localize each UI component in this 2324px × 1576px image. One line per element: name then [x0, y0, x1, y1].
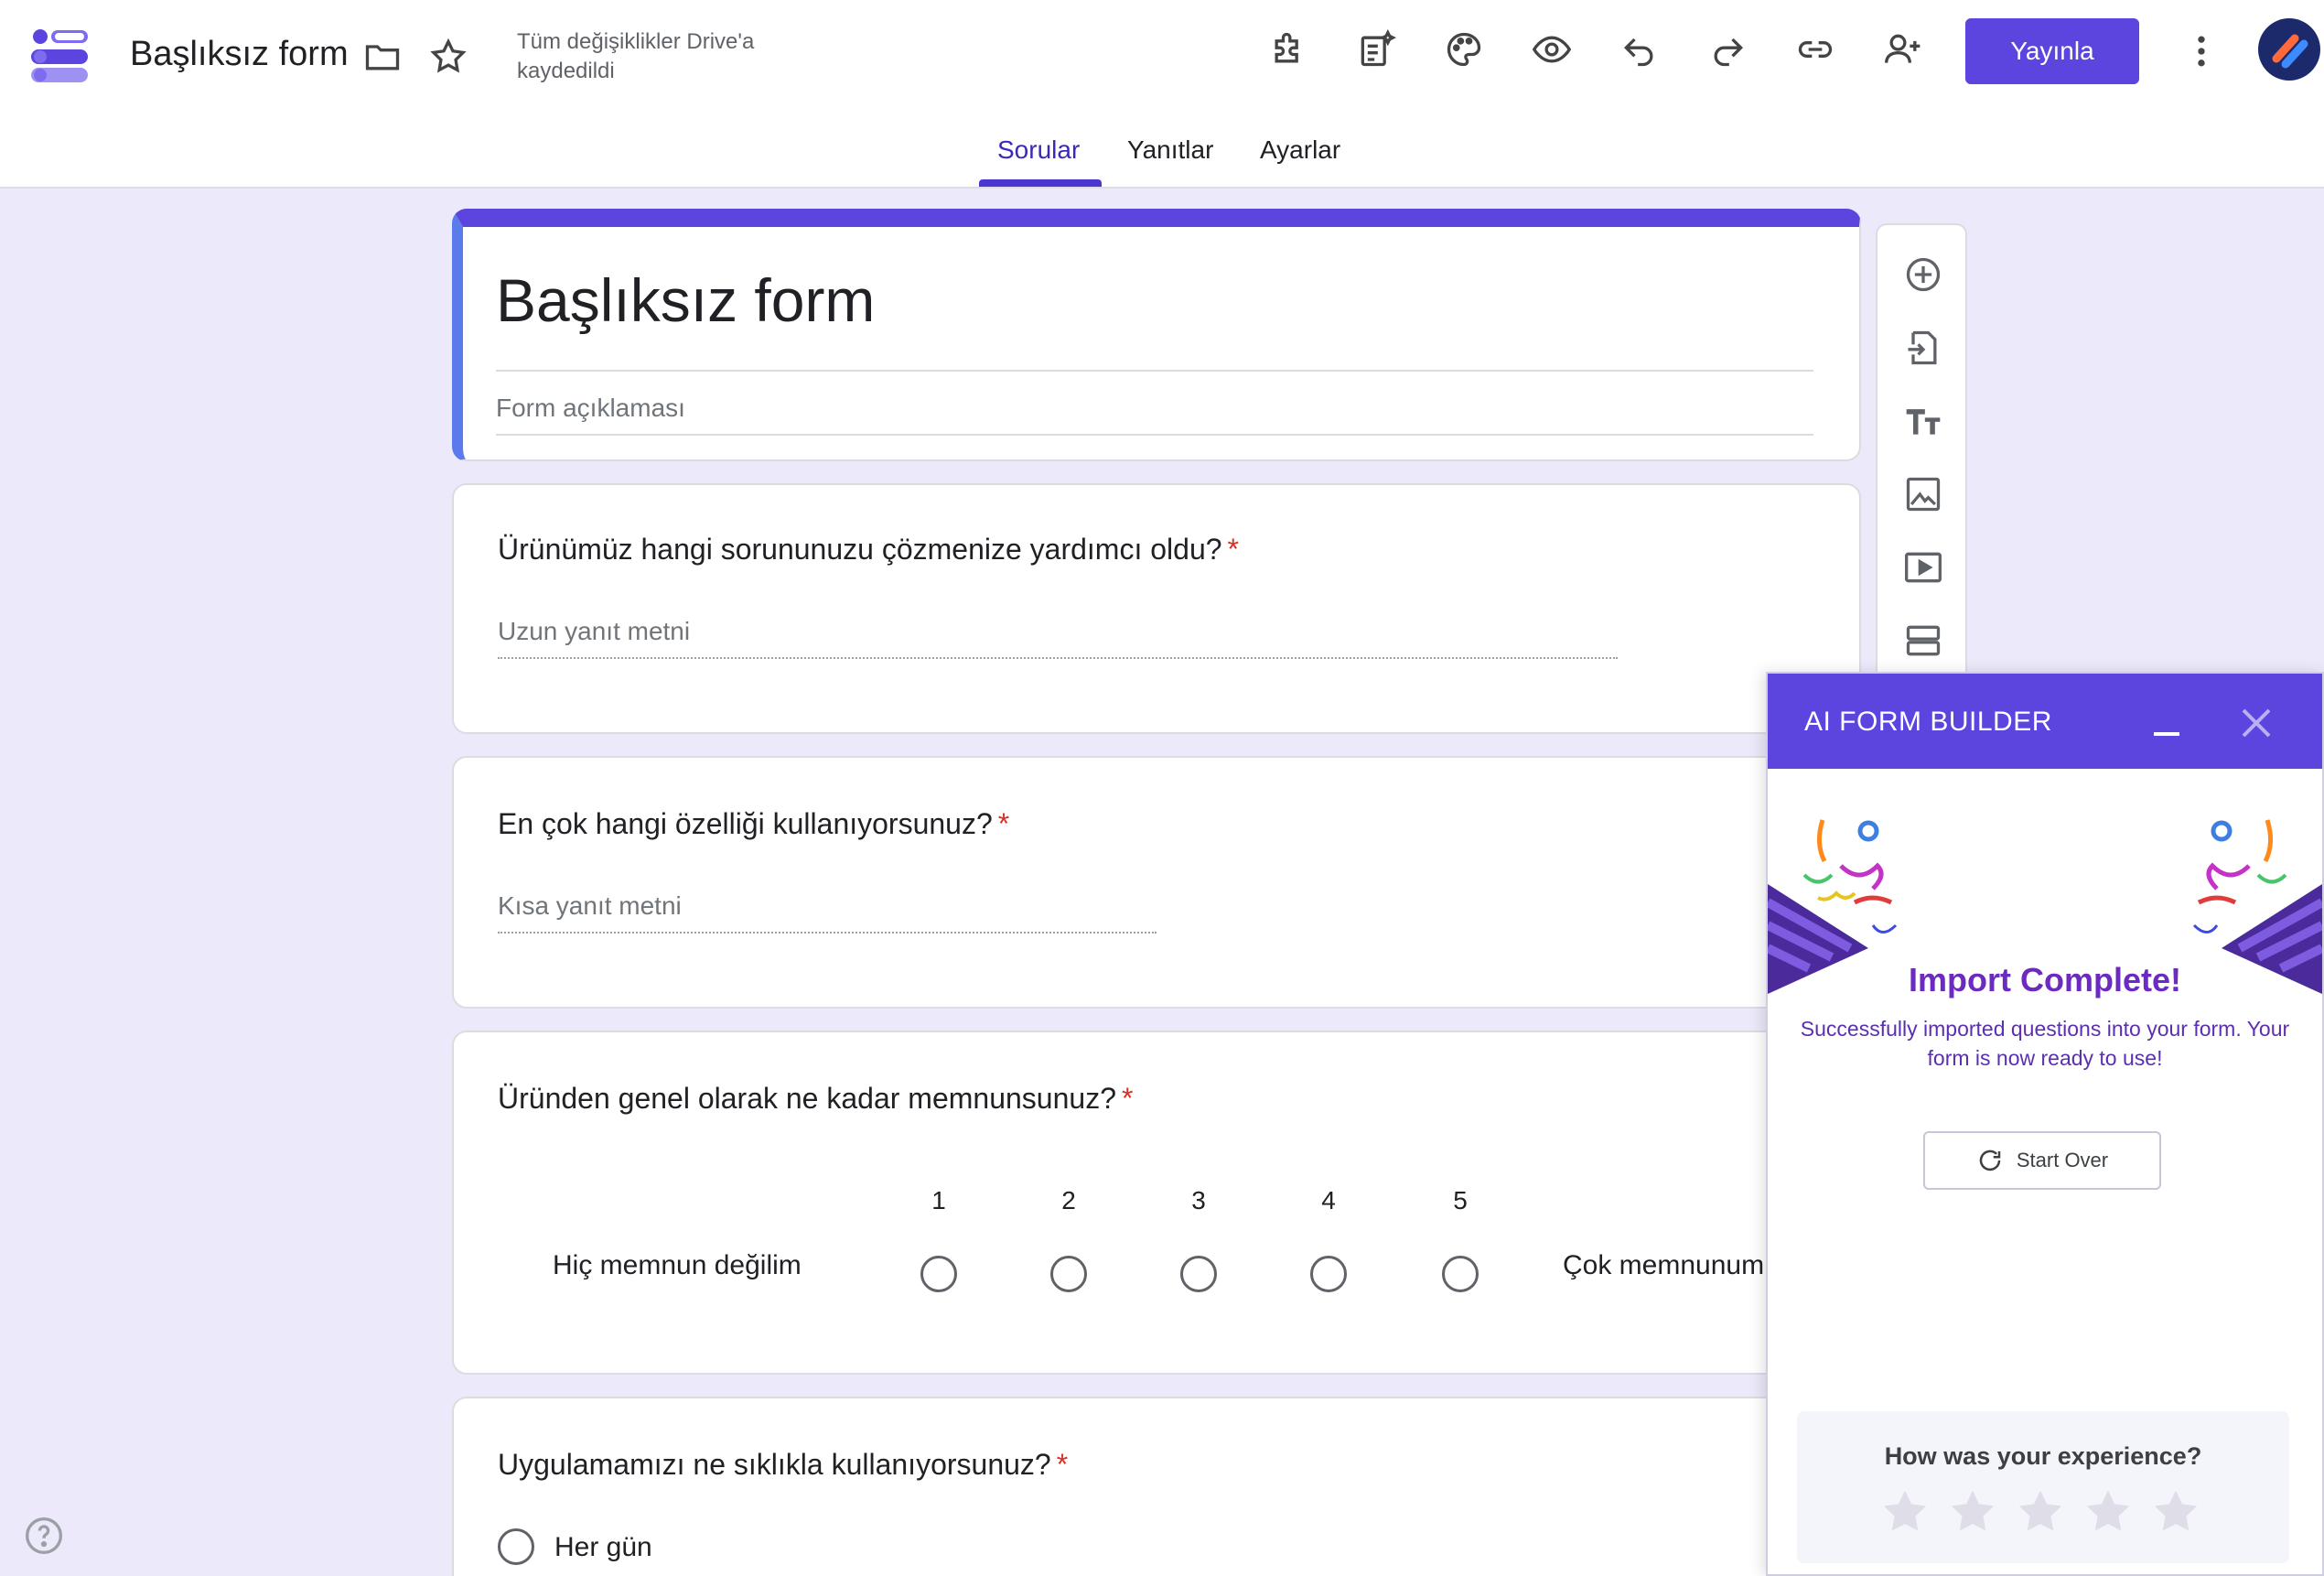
form-description-field[interactable]: Form açıklaması — [496, 394, 685, 423]
required-marker: * — [1056, 1448, 1069, 1481]
short-answer-placeholder: Kısa yanıt metni — [498, 891, 682, 920]
ai-form-builder-panel: AI FORM BUILDER Import Complete! Success… — [1766, 672, 2324, 1576]
add-question-icon[interactable] — [1894, 245, 1953, 304]
tab-questions[interactable]: Sorular — [997, 135, 1080, 165]
feedback-question: How was your experience? — [1884, 1442, 2202, 1470]
answer-line — [498, 657, 1618, 659]
scale-radio-5[interactable] — [1442, 1256, 1479, 1292]
scale-radio-4[interactable] — [1310, 1256, 1347, 1292]
scale-number: 1 — [931, 1186, 946, 1214]
scale-number: 5 — [1453, 1186, 1468, 1214]
feedback-box: How was your experience? — [1797, 1411, 2289, 1563]
help-icon[interactable] — [24, 1516, 64, 1556]
star-icon[interactable] — [419, 27, 478, 86]
undo-icon[interactable] — [1610, 20, 1669, 79]
more-icon[interactable] — [2172, 22, 2231, 81]
minimize-icon[interactable] — [2146, 707, 2190, 743]
forms-logo[interactable] — [29, 26, 91, 84]
divider — [496, 370, 1813, 372]
panel-header: AI FORM BUILDER — [1768, 674, 2322, 769]
add-video-icon[interactable] — [1894, 538, 1953, 597]
question-title: Uygulamamızı ne sıklıkla kullanıyorsunuz… — [498, 1448, 1069, 1481]
question-title: Üründen genel olarak ne kadar memnunsunu… — [498, 1082, 1134, 1115]
scale-low-label: Hiç memnun değilim — [553, 1250, 802, 1280]
scale-radio-3[interactable] — [1180, 1256, 1217, 1292]
tab-responses[interactable]: Yanıtlar — [1127, 135, 1213, 165]
tab-settings[interactable]: Ayarlar — [1260, 135, 1340, 165]
addon-icon[interactable] — [1259, 20, 1318, 79]
scale-number: 4 — [1321, 1186, 1336, 1214]
divider — [496, 434, 1813, 436]
required-marker: * — [997, 807, 1010, 840]
scale-radio-1[interactable] — [920, 1256, 957, 1292]
scale-radio-2[interactable] — [1050, 1256, 1087, 1292]
add-image-icon[interactable] — [1894, 465, 1953, 524]
document-title[interactable]: Başlıksız form — [130, 35, 349, 74]
preview-icon[interactable] — [1522, 20, 1581, 79]
question-title: En çok hangi özelliği kullanıyorsunuz? * — [498, 807, 1010, 840]
question-card[interactable]: Ürünümüz hangi sorununuzu çözmenize yard… — [452, 483, 1861, 734]
question-title: Ürünümüz hangi sorununuzu çözmenize yard… — [498, 533, 1239, 566]
start-over-label: Start Over — [2016, 1149, 2109, 1171]
save-status: Tüm değişiklikler Drive'a kaydedildi — [517, 29, 755, 83]
rating-star-4[interactable] — [2082, 1486, 2134, 1538]
option-label: Her gün — [554, 1532, 652, 1562]
required-marker: * — [1227, 533, 1239, 566]
question-toolbar — [1876, 223, 1967, 699]
rating-star-3[interactable] — [2015, 1486, 2066, 1538]
answer-line — [498, 932, 1157, 934]
form-header-card[interactable]: Başlıksız form Form açıklaması — [452, 209, 1861, 461]
add-section-icon[interactable] — [1894, 611, 1953, 670]
rating-star-1[interactable] — [1879, 1486, 1931, 1538]
rating-star-5[interactable] — [2150, 1486, 2201, 1538]
scale-number: 2 — [1061, 1186, 1076, 1214]
rating-star-2[interactable] — [1947, 1486, 1998, 1538]
start-over-button[interactable]: Start Over — [1923, 1131, 2161, 1190]
palette-icon[interactable] — [1435, 20, 1493, 79]
import-status-title: Import Complete! — [1908, 961, 2181, 998]
top-bar: Başlıksız form Tüm değişiklikler Drive'a… — [0, 0, 2324, 189]
add-collaborator-icon[interactable] — [1874, 20, 1932, 79]
publish-button[interactable]: Yayınla — [1965, 18, 2139, 84]
question-card[interactable]: Üründen genel olarak ne kadar memnunsunu… — [452, 1031, 1861, 1375]
close-icon[interactable] — [2234, 701, 2278, 745]
import-status-message: Successfully imported questions into you… — [1800, 1017, 2290, 1070]
long-answer-placeholder: Uzun yanıt metni — [498, 617, 691, 645]
required-marker: * — [1121, 1082, 1134, 1115]
redo-icon[interactable] — [1698, 20, 1757, 79]
panel-title: AI FORM BUILDER — [1804, 707, 2052, 737]
link-icon[interactable] — [1786, 20, 1845, 79]
add-title-icon[interactable] — [1894, 392, 1953, 450]
folder-icon[interactable] — [353, 27, 412, 86]
question-card[interactable]: En çok hangi özelliği kullanıyorsunuz? * … — [452, 756, 1861, 1009]
scale-number: 3 — [1191, 1186, 1206, 1214]
refresh-icon — [1979, 1150, 2001, 1171]
scale-high-label: Çok memnunum — [1563, 1250, 1765, 1280]
question-card[interactable]: Uygulamamızı ne sıklıkla kullanıyorsunuz… — [452, 1397, 1861, 1576]
avatar[interactable] — [2258, 18, 2320, 81]
active-tab-indicator — [979, 179, 1102, 187]
import-questions-icon[interactable] — [1894, 318, 1953, 377]
form-title[interactable]: Başlıksız form — [496, 265, 875, 335]
option-radio[interactable] — [498, 1528, 534, 1565]
ai-doc-icon[interactable] — [1347, 20, 1405, 79]
